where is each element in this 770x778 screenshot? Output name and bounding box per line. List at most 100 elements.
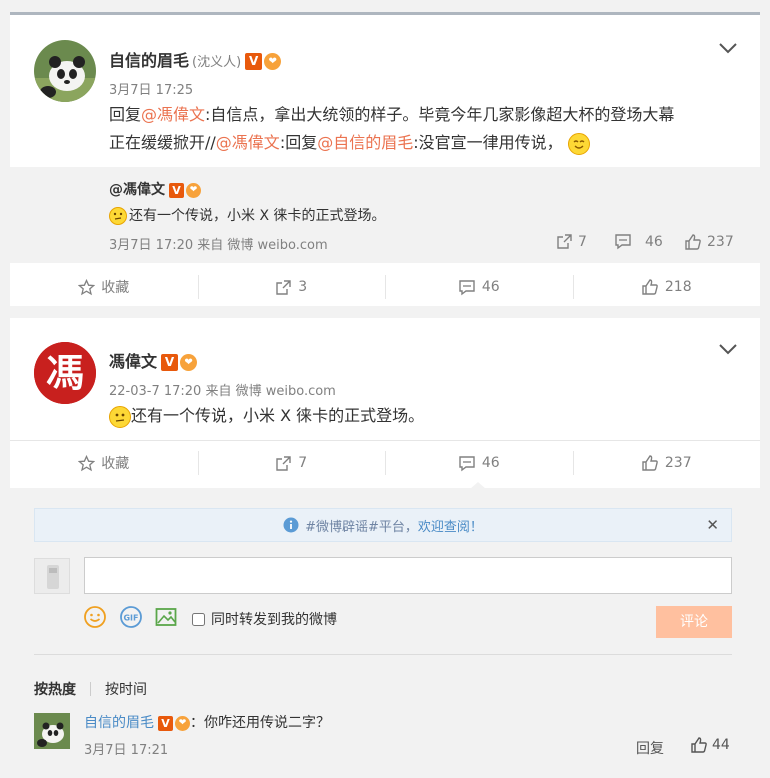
action-bar: 收藏 7 46 237 xyxy=(10,441,760,485)
gif-icon[interactable]: GIF xyxy=(120,606,142,628)
avatar-character: 馮 xyxy=(45,351,84,395)
repost-like-stat[interactable]: 237 xyxy=(684,233,734,251)
repost-forward-stat[interactable]: 7 xyxy=(556,233,587,250)
repost-time-source[interactable]: 3月7日 17:20 来自 微博 weibo.com xyxy=(109,234,328,253)
verified-v-icon: V xyxy=(169,182,184,198)
comment-count: 46 xyxy=(645,233,663,250)
emoji-icon[interactable] xyxy=(84,606,106,628)
user-name[interactable]: 馮偉文 V ❤ xyxy=(109,348,198,372)
comment-button[interactable]: 46 xyxy=(385,441,573,485)
my-avatar[interactable] xyxy=(34,558,70,594)
comment-user[interactable]: 自信的眉毛 xyxy=(84,715,154,731)
user-avatar-icon xyxy=(35,559,69,593)
thumbs-up-icon xyxy=(642,455,658,471)
avatar[interactable]: 馮 xyxy=(34,342,96,404)
panda-avatar-icon xyxy=(34,40,96,102)
share-icon xyxy=(276,279,291,295)
comment-icon xyxy=(459,279,475,295)
divider xyxy=(34,654,732,655)
thumbs-up-icon xyxy=(642,279,658,295)
like-button[interactable]: 218 xyxy=(572,265,761,309)
smile-emoji-icon xyxy=(567,132,590,155)
repost-box[interactable]: @馮偉文 V ❤ 还有一个传说，小米 X 徕卡的正式登场。 3月7日 17:20 来… xyxy=(10,167,760,263)
panda-avatar-icon xyxy=(34,713,70,749)
comment-button[interactable]: 46 xyxy=(385,265,573,309)
sort-by-time-tab[interactable]: 按时间 xyxy=(105,679,147,699)
forward-checkbox-input[interactable] xyxy=(192,612,205,626)
verified-v-icon: V xyxy=(161,354,179,371)
comment-like-count: 44 xyxy=(712,737,730,753)
weibo-post-card-1: 自信的眉毛 (沈义人) V ❤ 3月7日 17:25 回复@馮偉文:自信点，拿出大统领… xyxy=(10,12,760,306)
chevron-down-icon[interactable] xyxy=(718,41,738,55)
text-segment: :回复 xyxy=(279,133,318,152)
notice-text: #微博辟谣#平台， xyxy=(305,519,418,535)
mention-link[interactable]: @自信的眉毛 xyxy=(317,133,413,152)
star-icon xyxy=(78,454,96,471)
close-icon[interactable]: ✕ xyxy=(706,516,719,534)
text-reply-prefix: 回复 xyxy=(109,105,142,124)
sort-separator xyxy=(90,682,91,696)
user-remark: (沈义人) xyxy=(192,55,242,70)
forward-checkbox[interactable]: 同时转发到我的微博 xyxy=(192,609,337,629)
comment-input[interactable] xyxy=(84,557,732,594)
info-icon xyxy=(283,517,299,533)
post-text-content: 还有一个传说，小米 X 徕卡的正式登场。 xyxy=(131,406,425,425)
like-count: 218 xyxy=(664,279,692,295)
member-badge-icon: ❤ xyxy=(264,53,282,70)
repost-comment-stat[interactable]: 46 xyxy=(614,233,663,250)
post-time[interactable]: 3月7日 17:25 xyxy=(109,79,193,98)
sort-tabs: 按热度 按时间 xyxy=(34,679,147,699)
favorite-label: 收藏 xyxy=(101,456,130,472)
comment-text: ：你咋还用传说二字？ xyxy=(190,715,330,731)
comment-like-button[interactable]: 44 xyxy=(690,736,730,754)
forward-count: 3 xyxy=(298,279,308,295)
favorite-button[interactable]: 收藏 xyxy=(10,265,198,309)
think-emoji-icon xyxy=(109,207,127,225)
repost-text: 还有一个传说，小米 X 徕卡的正式登场。 xyxy=(109,205,386,225)
member-badge-icon: ❤ xyxy=(180,354,198,371)
star-icon xyxy=(78,278,96,295)
comment-area: #微博辟谣#平台， 欢迎查阅！ ✕ GIF 同时转发到我的微博 评论 按热度 按… xyxy=(10,488,760,778)
mention-link[interactable]: @馮偉文 xyxy=(141,105,205,124)
user-name-text[interactable]: 馮偉文 xyxy=(109,352,157,371)
thumbs-up-icon xyxy=(685,234,701,250)
avatar[interactable] xyxy=(34,40,96,102)
forward-button[interactable]: 7 xyxy=(197,441,386,485)
comment-time: 3月7日 17:21 xyxy=(84,743,169,758)
mention-link[interactable]: @馮偉文 xyxy=(216,133,280,152)
favorite-label: 收藏 xyxy=(101,280,130,296)
like-button[interactable]: 237 xyxy=(572,441,761,485)
image-icon[interactable] xyxy=(155,606,177,628)
comment-icon xyxy=(615,234,631,250)
post-text: 回复@馮偉文:自信点，拿出大统领的样子。毕竟今年几家影像超大杯的登场大幕 正在缓… xyxy=(109,101,749,157)
verified-v-icon: V xyxy=(158,715,173,731)
like-count: 237 xyxy=(707,234,734,250)
comment-count: 46 xyxy=(481,455,500,471)
comment-reply-button[interactable]: 回复 xyxy=(636,738,664,758)
forward-count: 7 xyxy=(298,455,308,471)
user-name-text[interactable]: 自信的眉毛 xyxy=(109,51,189,70)
share-icon xyxy=(276,455,291,471)
think-emoji-icon xyxy=(109,405,131,428)
repost-user-name[interactable]: @馮偉文 xyxy=(109,182,165,198)
verified-v-icon: V xyxy=(245,53,263,70)
chevron-down-icon[interactable] xyxy=(718,342,738,356)
notice-link[interactable]: 欢迎查阅！ xyxy=(418,516,483,535)
comment-submit-button[interactable]: 评论 xyxy=(656,606,732,638)
favorite-button[interactable]: 收藏 xyxy=(10,441,198,485)
comment-line: 自信的眉毛 V ❤ ：你咋还用传说二字？ xyxy=(84,712,330,732)
forward-count: 7 xyxy=(578,233,587,250)
weibo-post-card-2: 馮 馮偉文 V ❤ 22-03-7 17:20 来自 微博 weibo.com 还有… xyxy=(10,318,760,778)
sort-by-hot-tab[interactable]: 按热度 xyxy=(34,679,76,699)
rumor-notice: #微博辟谣#平台， 欢迎查阅！ ✕ xyxy=(34,508,732,542)
comment-avatar[interactable] xyxy=(34,713,70,749)
action-bar: 收藏 3 46 218 xyxy=(10,265,760,309)
user-name[interactable]: 自信的眉毛 (沈义人) V ❤ xyxy=(109,47,282,71)
post-time-source[interactable]: 22-03-7 17:20 来自 微博 weibo.com xyxy=(109,380,336,399)
repost-user[interactable]: @馮偉文 V ❤ xyxy=(109,179,201,199)
text-segment: :自信点，拿出大统领的样子。毕竟今年几家影像超大杯的登场大幕 xyxy=(205,105,675,124)
member-badge-icon: ❤ xyxy=(186,182,201,198)
like-count: 237 xyxy=(664,455,692,471)
text-segment: :没官宣一律用传说， xyxy=(413,133,563,152)
forward-button[interactable]: 3 xyxy=(197,265,386,309)
